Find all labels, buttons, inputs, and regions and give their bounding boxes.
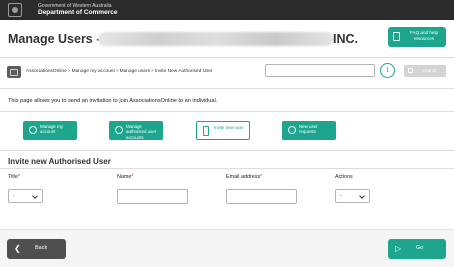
- title-row: Manage Users - INC.: [0, 20, 454, 56]
- home-icon[interactable]: [7, 66, 21, 78]
- divider: [0, 150, 454, 151]
- breadcrumb-bar: AssociationsOnline>Manage my account>Man…: [0, 59, 454, 87]
- government-header: Government of Western Australia Departme…: [0, 0, 454, 20]
- divider: [0, 57, 454, 58]
- breadcrumb-item-manage-my-account[interactable]: Manage my account: [72, 69, 115, 74]
- invite-user-icon: [203, 126, 209, 136]
- divider: [0, 168, 454, 169]
- chevron-left-icon: ❮: [14, 244, 21, 253]
- breadcrumb: AssociationsOnline>Manage my account>Man…: [26, 69, 213, 74]
- required-marker: *: [17, 174, 21, 180]
- page-title: Manage Users -: [8, 32, 101, 46]
- divider: [0, 88, 454, 89]
- title-select-value: -: [13, 193, 15, 199]
- play-icon: ▷: [395, 244, 402, 253]
- tile-invite-new-user[interactable]: Invite new user: [196, 121, 250, 140]
- divider: [0, 111, 454, 112]
- info-icon[interactable]: i: [380, 63, 395, 78]
- back-button-label: Back: [35, 245, 48, 251]
- search-button[interactable]: Search: [404, 65, 446, 77]
- users-icon: [115, 126, 123, 134]
- breadcrumb-item-manage-users[interactable]: Manage users: [120, 69, 150, 74]
- go-button[interactable]: ▷ Go: [388, 239, 446, 259]
- tile-new-user-requests[interactable]: New user requests: [282, 121, 336, 140]
- actions-select-value: -: [340, 193, 342, 199]
- title-select[interactable]: -: [8, 189, 43, 203]
- search-input[interactable]: [265, 64, 375, 77]
- tile-manage-authorised-users[interactable]: Manage authorised user accounts: [109, 121, 163, 140]
- redacted-organisation-name: [98, 32, 334, 46]
- account-icon: [29, 126, 37, 134]
- user-requests-icon: [288, 126, 296, 134]
- department-name: Department of Commerce: [38, 9, 118, 16]
- page-title-suffix: INC.: [333, 32, 358, 46]
- email-column-label: Email address*: [226, 174, 263, 180]
- name-column-label: Name*: [117, 174, 134, 180]
- required-marker: *: [260, 174, 263, 180]
- tile-label: New user requests: [299, 124, 318, 135]
- email-field[interactable]: [226, 189, 297, 204]
- search-icon: [408, 68, 413, 73]
- breadcrumb-item-current: Invite New Authorised User: [154, 69, 213, 74]
- name-field[interactable]: [117, 189, 188, 204]
- search-button-label: Search: [422, 68, 437, 73]
- go-button-label: Go: [416, 245, 424, 251]
- actions-select[interactable]: -: [335, 189, 370, 203]
- breadcrumb-separator: >: [151, 69, 154, 74]
- required-marker: *: [131, 174, 134, 180]
- back-button[interactable]: ❮ Back: [7, 239, 66, 259]
- breadcrumb-separator: >: [115, 69, 119, 74]
- tile-label: Manage my account: [40, 124, 63, 135]
- breadcrumb-separator: >: [67, 69, 71, 74]
- crest-icon: [8, 3, 22, 17]
- footer-actions: ❮ Back ▷ Go: [0, 229, 454, 267]
- intro-text: This page allows you to send an invitati…: [8, 98, 218, 104]
- tile-label: Invite new user: [214, 125, 244, 130]
- faq-help-button[interactable]: FAQ and help resources: [388, 27, 446, 47]
- breadcrumb-item-associationsonline[interactable]: AssociationsOnline: [26, 69, 67, 74]
- tile-manage-my-account[interactable]: Manage my account: [23, 121, 77, 140]
- chevron-down-icon: [359, 193, 365, 199]
- title-column-label: Title*: [8, 174, 21, 180]
- faq-help-label: FAQ and help resources: [409, 30, 439, 41]
- actions-column-label: Actions: [335, 174, 353, 180]
- book-icon: [393, 32, 400, 41]
- form-heading: Invite new Authorised User: [8, 157, 111, 166]
- chevron-down-icon: [32, 193, 38, 199]
- tile-label: Manage authorised user accounts: [126, 124, 157, 140]
